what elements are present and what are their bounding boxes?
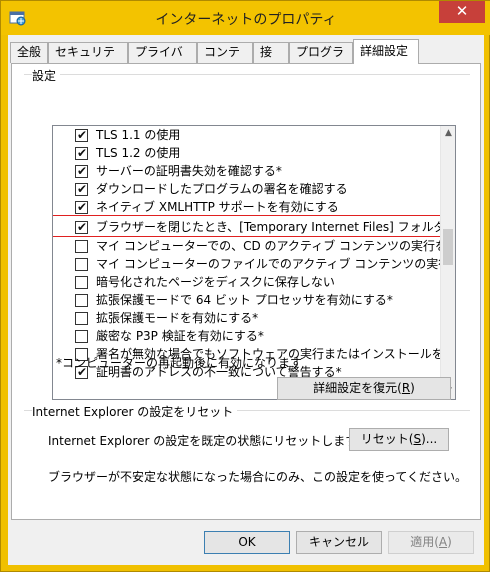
- tab-strip: 全般 セキュリティ プライバシー コンテンツ 接続 プログラム 詳細設定: [8, 39, 484, 78]
- setting-label: 拡張保護モードで 64 ビット プロセッサを有効にする*: [96, 293, 393, 307]
- reset-label: リセット(: [360, 432, 414, 446]
- checkbox[interactable]: [75, 218, 88, 236]
- reset-accel: S: [413, 432, 422, 446]
- checkbox[interactable]: [75, 126, 88, 144]
- setting-label: 厳密な P3P 検証を有効にする*: [96, 329, 264, 343]
- restore-suffix: ): [410, 381, 415, 395]
- settings-group-label: 設定: [32, 67, 61, 84]
- checkbox[interactable]: [75, 240, 88, 253]
- setting-label: TLS 1.2 の使用: [96, 146, 181, 160]
- checkbox[interactable]: [75, 258, 88, 271]
- apply-suffix: ): [447, 535, 452, 549]
- dialog-client: 全般 セキュリティ プライバシー コンテンツ 接続 プログラム 詳細設定 設定 …: [8, 35, 484, 565]
- tab-content[interactable]: コンテンツ: [197, 42, 253, 78]
- checkbox[interactable]: [75, 198, 88, 216]
- setting-row-highlighted[interactable]: ブラウザーを閉じたとき、[Temporary Internet Files] フ…: [53, 215, 455, 237]
- restore-accel: R: [401, 381, 411, 395]
- checkbox[interactable]: [75, 294, 88, 307]
- setting-label: ネイティブ XMLHTTP サポートを有効にする: [96, 200, 339, 214]
- tab-programs[interactable]: プログラム: [289, 42, 353, 78]
- setting-label: マイ コンピューターでの、CD のアクティブ コンテンツの実行を許可する*: [96, 239, 455, 253]
- setting-label: TLS 1.1 の使用: [96, 128, 181, 142]
- setting-row[interactable]: サーバーの証明書失効を確認する*: [53, 162, 441, 180]
- tab-security[interactable]: セキュリティ: [48, 42, 128, 78]
- setting-row[interactable]: ネイティブ XMLHTTP サポートを有効にする: [53, 198, 441, 216]
- setting-row[interactable]: マイ コンピューターでの、CD のアクティブ コンテンツの実行を許可する*: [53, 237, 455, 255]
- setting-row[interactable]: 拡張保護モードを有効にする*: [53, 309, 441, 327]
- setting-row[interactable]: 厳密な P3P 検証を有効にする*: [53, 327, 441, 345]
- scroll-up-arrow-icon[interactable]: ▲: [441, 126, 455, 141]
- reset-description: Internet Explorer の設定を既定の状態にリセットします。: [48, 434, 369, 448]
- reset-suffix: )...: [421, 432, 438, 446]
- reset-button[interactable]: リセット(S)...: [349, 428, 449, 451]
- reset-group-label: Internet Explorer の設定をリセット: [32, 403, 238, 420]
- setting-label: マイ コンピューターのファイルでのアクティブ コンテンツの実行を許可する*: [96, 257, 455, 271]
- title-bar[interactable]: インターネットのプロパティ ✕: [1, 1, 490, 35]
- tab-general[interactable]: 全般: [10, 42, 48, 63]
- settings-group-line: [24, 74, 470, 75]
- dialog-window: インターネットのプロパティ ✕ 全般 セキュリティ プライバシー コンテンツ 接…: [0, 0, 490, 572]
- window-title: インターネットのプロパティ: [155, 12, 337, 28]
- setting-row[interactable]: 拡張保護モードで 64 ビット プロセッサを有効にする*: [53, 291, 441, 309]
- advanced-tab-panel: 設定 TLS 1.1 の使用 TLS 1.2 の使用 サーバーの証明書失効を確認…: [11, 63, 481, 520]
- setting-label: 暗号化されたページをディスクに保存しない: [96, 275, 335, 289]
- checkbox[interactable]: [75, 144, 88, 162]
- apply-accel: A: [438, 535, 448, 549]
- reset-hint: ブラウザーが不安定な状態になった場合にのみ、この設定を使ってください。: [48, 470, 468, 484]
- scrollbar-thumb[interactable]: [443, 229, 453, 265]
- list-scrollbar[interactable]: ▲ ▼: [440, 126, 455, 399]
- tab-privacy[interactable]: プライバシー: [128, 42, 197, 78]
- checkbox[interactable]: [75, 276, 88, 289]
- setting-row[interactable]: 暗号化されたページをディスクに保存しない: [53, 273, 441, 291]
- tab-connections[interactable]: 接続: [253, 42, 289, 78]
- close-button[interactable]: ✕: [439, 1, 485, 23]
- setting-label: 拡張保護モードを有効にする*: [96, 311, 259, 325]
- setting-label: サーバーの証明書失効を確認する*: [96, 164, 282, 178]
- setting-label: ブラウザーを閉じたとき、[Temporary Internet Files] フ…: [96, 220, 456, 234]
- restore-advanced-settings-button[interactable]: 詳細設定を復元(R): [277, 377, 451, 400]
- checkbox[interactable]: [75, 180, 88, 198]
- checkbox[interactable]: [75, 312, 88, 325]
- setting-row[interactable]: マイ コンピューターのファイルでのアクティブ コンテンツの実行を許可する*: [53, 255, 455, 273]
- cancel-button[interactable]: キャンセル: [296, 531, 382, 554]
- setting-label: ダウンロードしたプログラムの署名を確認する: [96, 182, 348, 196]
- ok-button[interactable]: OK: [204, 531, 290, 554]
- setting-row[interactable]: TLS 1.1 の使用: [53, 126, 441, 144]
- tab-advanced[interactable]: 詳細設定: [353, 39, 419, 64]
- restart-note: *コンピューターの再起動後に有効になります: [56, 356, 303, 370]
- checkbox[interactable]: [75, 330, 88, 343]
- setting-row[interactable]: ダウンロードしたプログラムの署名を確認する: [53, 180, 441, 198]
- checkbox[interactable]: [75, 162, 88, 180]
- apply-label: 適用(: [410, 535, 439, 549]
- restore-label: 詳細設定を復元(: [313, 381, 402, 395]
- setting-row[interactable]: TLS 1.2 の使用: [53, 144, 441, 162]
- apply-button[interactable]: 適用(A): [388, 531, 474, 554]
